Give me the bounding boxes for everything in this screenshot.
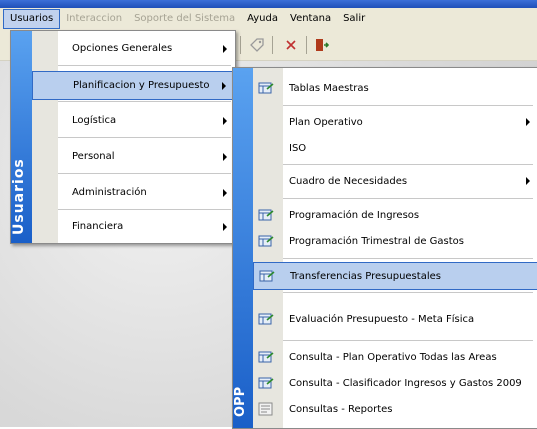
menu-item-iso[interactable]: ISO [253,135,537,161]
submenu-arrow-icon [223,222,227,231]
menu-soporte-sistema[interactable]: Soporte del Sistema [128,10,241,28]
menu-item-evaluacion-presupuesto[interactable]: Evaluación Presupuesto - Meta Física [253,306,537,332]
menu-interaccion[interactable]: Interaccion [60,10,128,28]
menu-item-label: ISO [289,142,307,154]
menu-separator [58,209,231,210]
menu-band-label: Usuarios [11,158,27,236]
menu-item-label: Opciones Generales [72,43,173,54]
menu-item-label: Evaluación Presupuesto - Meta Física [289,313,475,325]
menu-side-band: OPP [233,68,253,428]
submenu-arrow-icon [223,188,227,197]
submenu-arrow-icon [526,118,530,126]
menu-item-label: Cuadro de Necesidades [289,175,408,187]
window-titlebar [0,0,537,8]
submenu-arrow-icon [222,81,226,90]
usuarios-menu: Usuarios Opciones Generales Planificacio… [10,30,236,244]
grid-form-icon [258,81,274,95]
menu-item-label: Consulta - Plan Operativo Todas las Area… [289,351,497,363]
menu-item-label: Logística [72,115,117,126]
grid-form-icon [258,208,274,222]
grid-form-icon [258,312,274,326]
menu-item-label: Personal [72,151,115,162]
menu-item-cuadro-necesidades[interactable]: Cuadro de Necesidades [253,168,537,194]
planificacion-submenu: OPP Tablas Maestras Plan Operativo ISO C… [232,67,537,429]
menu-ventana[interactable]: Ventana [284,10,337,28]
menu-separator [58,65,231,66]
menu-item-label: Administración [72,187,147,198]
submenu-arrow-icon [526,177,530,185]
menu-item-planificacion-presupuesto[interactable]: Planificacion y Presupuesto [32,71,235,100]
menu-item-personal[interactable]: Personal [32,143,235,170]
menu-item-label: Transferencias Presupuestales [290,270,441,282]
menu-item-opciones-generales[interactable]: Opciones Generales [32,35,235,62]
menubar: Usuarios Interaccion Soporte del Sistema… [0,8,537,31]
menu-item-label: Consulta - Clasificador Ingresos y Gasto… [289,377,522,389]
menu-item-label: Tablas Maestras [289,82,369,94]
menu-item-label: Consultas - Reportes [289,403,393,415]
menu-item-programacion-ingresos[interactable]: Programación de Ingresos [253,202,537,228]
menu-separator [283,340,533,341]
menu-ayuda[interactable]: Ayuda [241,10,284,28]
menu-item-consulta-clasificador[interactable]: Consulta - Clasificador Ingresos y Gasto… [253,370,537,396]
menu-side-band: Usuarios [11,31,32,243]
tag-icon[interactable] [248,36,266,54]
menu-salir[interactable]: Salir [337,10,371,28]
menu-item-label: Planificacion y Presupuesto [73,80,210,91]
toolbar-separator [306,36,307,54]
menu-item-transferencias-presupuestales[interactable]: Transferencias Presupuestales [253,262,537,290]
menu-separator [283,164,533,165]
menu-item-consultas-reportes[interactable]: Consultas - Reportes [253,396,537,422]
menu-item-programacion-trimestral-gastos[interactable]: Programación Trimestral de Gastos [253,228,537,254]
menu-icon-column [32,31,58,243]
menu-item-financiera[interactable]: Financiera [32,213,235,240]
grid-form-icon [258,350,274,364]
menu-item-logistica[interactable]: Logística [32,107,235,134]
menu-item-label: Plan Operativo [289,116,363,128]
toolbar-separator [272,36,273,54]
menu-band-label: OPP [233,386,248,418]
submenu-arrow-icon [223,116,227,125]
exit-door-icon[interactable] [312,36,330,54]
submenu-arrow-icon [223,152,227,161]
grid-form-icon [259,269,275,283]
menu-item-tablas-maestras[interactable]: Tablas Maestras [253,75,537,101]
menu-separator [283,105,533,106]
grid-form-icon [258,376,274,390]
menu-item-label: Programación de Ingresos [289,209,420,221]
menu-separator [58,137,231,138]
menu-usuarios[interactable]: Usuarios [3,9,61,29]
close-icon[interactable] [282,36,300,54]
menu-separator [58,173,231,174]
grid-form-icon [258,234,274,248]
report-icon [258,402,274,416]
submenu-arrow-icon [223,44,227,53]
menu-separator [283,292,533,293]
menu-item-label: Programación Trimestral de Gastos [289,235,464,247]
menu-item-administracion[interactable]: Administración [32,179,235,206]
menu-item-label: Financiera [72,221,124,232]
menu-separator [283,258,533,259]
toolbar-separator [240,36,241,54]
menu-separator [283,198,533,199]
menu-item-plan-operativo[interactable]: Plan Operativo [253,109,537,135]
menu-item-consulta-plan-operativo[interactable]: Consulta - Plan Operativo Todas las Area… [253,344,537,370]
menu-separator [58,101,231,102]
